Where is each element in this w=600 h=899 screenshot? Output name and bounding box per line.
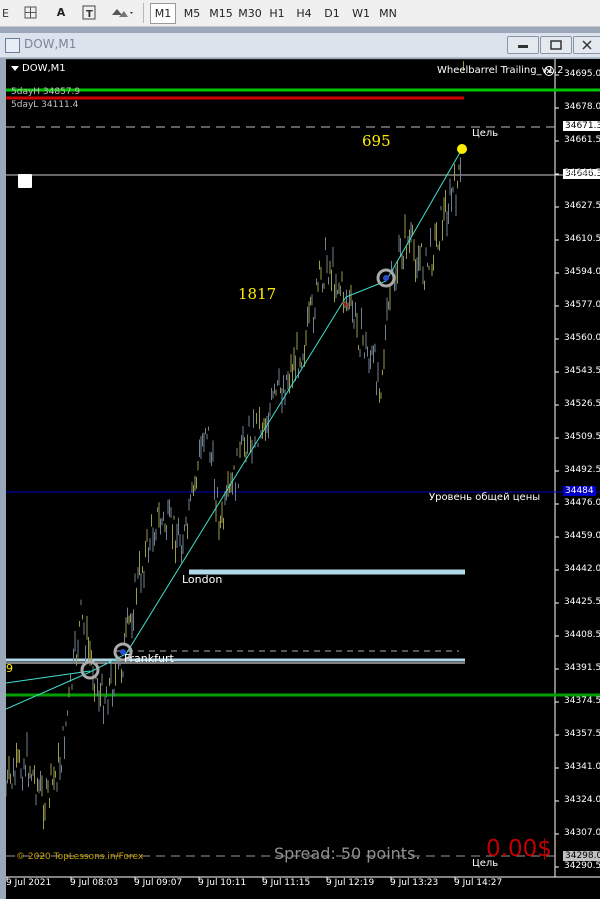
price-tick-label: 34459.0	[564, 531, 600, 541]
lower-target-price-tag: 34298.0	[563, 851, 600, 861]
time-tick-label: 9 Jul 09:07	[134, 878, 183, 888]
price-tick-label: 34594.0	[564, 267, 600, 277]
price-tick-label: 34509.5	[564, 432, 600, 442]
timeframe-w1[interactable]: W1	[348, 3, 374, 24]
timeframe-h1[interactable]: H1	[265, 3, 289, 24]
price-tick-label: 34661.5	[564, 135, 600, 145]
price-tick-label: 34627.5	[564, 201, 600, 211]
price-tick-label: 34290.5	[564, 861, 600, 871]
price-tick-label: 34492.5	[564, 465, 600, 475]
price-tick-label: 34526.5	[564, 399, 600, 409]
indicator-settings-icon[interactable]	[543, 65, 555, 77]
chart-area[interactable]: DOW,M1 Wheelbarrel Trailing_v1.2 5dayH 3…	[6, 59, 600, 899]
timeframe-m5[interactable]: M5	[179, 3, 205, 24]
time-tick-label: 9 Jul 13:23	[390, 878, 439, 888]
chart-object-square	[18, 174, 32, 188]
svg-text:T: T	[86, 9, 93, 20]
price-tick-label: 34577.0	[564, 300, 600, 310]
copyright-label: © 2020 TopLessons.in/Forex	[16, 852, 144, 862]
general-level-label: Уровень общей цены	[429, 492, 541, 503]
chart-window-title: DOW,M1	[24, 37, 77, 51]
price-tick-label: 34695.0	[564, 69, 600, 79]
count-mid-label: 1817	[238, 285, 277, 303]
price-tick-label: 34678.0	[564, 102, 600, 112]
time-tick-label: 9 Jul 2021	[6, 878, 52, 888]
text-frame-icon[interactable]: T	[80, 3, 98, 22]
text-label-icon[interactable]: E	[0, 3, 14, 22]
check-grid-icon[interactable]	[23, 3, 39, 22]
spread-label: Spread: 50 points.	[274, 844, 421, 863]
restore-button[interactable]	[540, 36, 572, 54]
symbol-label: DOW,M1	[22, 63, 66, 74]
time-tick-label: 9 Jul 12:19	[326, 878, 375, 888]
london-label: London	[182, 573, 223, 586]
trend-line	[89, 148, 463, 673]
close-button[interactable]	[573, 36, 600, 54]
time-tick-label: 9 Jul 08:03	[70, 878, 119, 888]
timeframe-mn[interactable]: MN	[375, 3, 401, 24]
price-tick-label: 34341.0	[564, 762, 600, 772]
timeframe-d1[interactable]: D1	[320, 3, 344, 24]
upper-target-price-tag: 34671.3	[563, 121, 600, 131]
timeframe-m1[interactable]: M1	[150, 3, 176, 24]
timeframe-m15[interactable]: M15	[206, 3, 236, 24]
time-tick-label: 9 Jul 14:27	[454, 878, 503, 888]
chart-window-titlebar[interactable]: DOW,M1	[0, 33, 600, 58]
price-tick-label: 34391.5	[564, 663, 600, 673]
target-marker	[457, 144, 467, 154]
price-tick-label: 34324.0	[564, 795, 600, 805]
price-tick-label: 34476.0	[564, 498, 600, 508]
day-low-label: 5dayL 34111.4	[11, 100, 79, 110]
time-tick-label: 9 Jul 10:11	[198, 878, 247, 888]
dropdown-triangle-icon	[11, 66, 19, 71]
shapes-dropdown-icon[interactable]	[108, 3, 136, 22]
target-label-bottom: Цель	[472, 858, 499, 869]
price-axis: 34671.3 34646.3 34484 34298.0 34695.0 346…	[561, 59, 600, 877]
toolbar: E A T M1 M5 M15 M30 H1 H4 D1 W1 MN	[0, 0, 600, 27]
price-tick-label: 34610.5	[564, 234, 600, 244]
count-top-label: 695	[362, 132, 391, 150]
svg-text:E: E	[2, 7, 9, 20]
timeframe-m30[interactable]: M30	[235, 3, 265, 24]
price-tick-label: 34442.0	[564, 564, 600, 574]
chart-canvas	[6, 59, 600, 881]
target-label-top: Цель	[472, 128, 499, 139]
price-tick-label: 34560.0	[564, 333, 600, 343]
price-tick-label: 34374.5	[564, 696, 600, 706]
general-level-price-tag: 34484	[563, 486, 596, 496]
price-tick-label: 34408.5	[564, 630, 600, 640]
frankfurt-label: Frankfurt	[124, 652, 174, 665]
price-tick-label: 34543.5	[564, 366, 600, 376]
text-tool-icon[interactable]: A	[53, 3, 69, 22]
price-tick-label: 34425.5	[564, 597, 600, 607]
price-tick-label: 34307.0	[564, 828, 600, 838]
day-high-label: 5dayH 34857.9	[11, 87, 81, 97]
time-tick-label: 9 Jul 11:15	[262, 878, 311, 888]
price-tick-label: 34644.5	[564, 168, 600, 178]
timeframe-h4[interactable]: H4	[292, 3, 316, 24]
chart-window-icon	[5, 38, 20, 53]
left-partial-label: 9	[6, 662, 13, 675]
minimize-button[interactable]	[507, 36, 539, 54]
price-tick-label: 34357.5	[564, 729, 600, 739]
